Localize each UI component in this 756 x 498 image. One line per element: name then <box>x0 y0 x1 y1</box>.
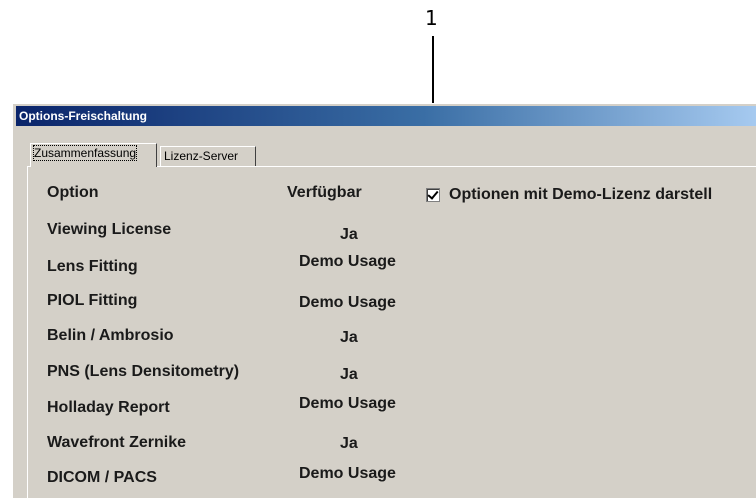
option-status: Demo Usage <box>299 294 396 311</box>
option-status: Ja <box>340 329 358 346</box>
column-header-option: Option <box>47 184 99 201</box>
column-header-available: Verfügbar <box>287 184 362 201</box>
title-bar[interactable]: Options-Freischaltung <box>16 106 756 126</box>
option-name: PNS (Lens Densitometry) <box>47 363 240 380</box>
option-name: DICOM / PACS <box>47 469 157 486</box>
option-name: Wavefront Zernike <box>47 434 186 451</box>
tab-lizenz-server[interactable]: Lizenz-Server <box>160 146 256 166</box>
option-status: Ja <box>340 226 358 243</box>
option-name: Lens Fitting <box>47 258 138 275</box>
tab-zusammenfassung[interactable]: Zusammenfassung <box>30 143 157 167</box>
demo-license-checkbox-row[interactable]: Optionen mit Demo-Lizenz darstell <box>426 186 712 204</box>
option-status: Ja <box>340 435 358 452</box>
option-name: Viewing License <box>47 221 172 238</box>
option-name: PIOL Fitting <box>47 292 138 309</box>
option-status: Demo Usage <box>299 465 396 482</box>
demo-license-checkbox-label: Optionen mit Demo-Lizenz darstell <box>449 186 713 203</box>
option-name: Holladay Report <box>47 399 170 416</box>
option-name: Belin / Ambrosio <box>47 327 174 344</box>
window-title: Options-Freischaltung <box>19 109 148 123</box>
option-status: Demo Usage <box>299 395 396 412</box>
demo-license-checkbox[interactable] <box>426 188 440 202</box>
callout-number: 1 <box>425 6 438 30</box>
option-status: Demo Usage <box>299 253 396 270</box>
option-status: Ja <box>340 366 358 383</box>
